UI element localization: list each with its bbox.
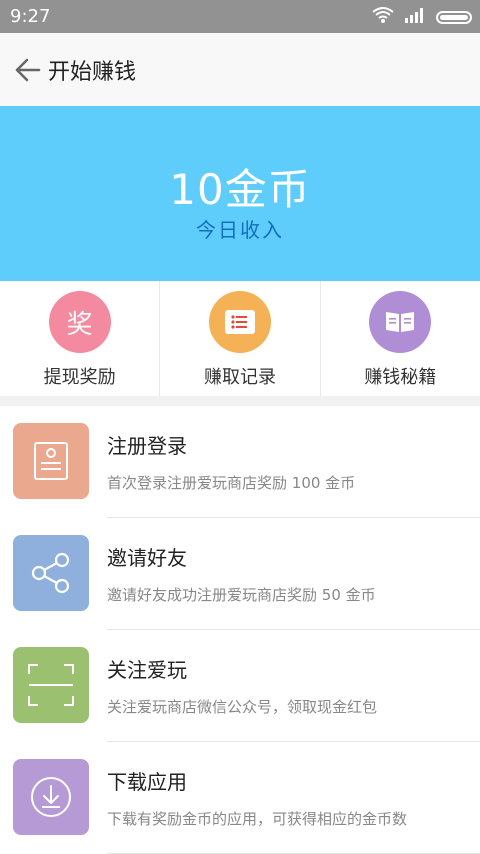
earning-records-button[interactable]: 赚取记录 (159, 281, 319, 396)
earning-tips-label: 赚钱秘籍 (364, 367, 437, 388)
coin-amount: 10金币 (169, 165, 311, 214)
signal-icon (404, 6, 426, 28)
task-register-login[interactable]: 注册登录 首次登录注册爱玩商店奖励 100 金币 (0, 406, 480, 518)
wifi-icon (372, 6, 394, 28)
page-title: 开始赚钱 (48, 59, 137, 85)
task-description: 下载有奖励金币的应用，可获得相应的金币数 (107, 810, 408, 828)
withdraw-reward-button[interactable]: 奖 提现奖励 (0, 281, 159, 396)
quick-actions: 奖 提现奖励 赚取记录 赚钱秘籍 (0, 281, 480, 397)
back-button[interactable] (8, 50, 48, 90)
download-icon (13, 759, 89, 835)
task-list: 注册登录 首次登录注册爱玩商店奖励 100 金币 邀请好友 邀请好友成功注册爱玩… (0, 406, 480, 854)
register-card-icon (13, 423, 89, 499)
task-follow-aiwan[interactable]: 关注爱玩 关注爱玩商店微信公众号，领取现金红包 (0, 630, 480, 742)
app-bar: 开始赚钱 (0, 33, 480, 106)
task-invite-friends[interactable]: 邀请好友 邀请好友成功注册爱玩商店奖励 50 金币 (0, 518, 480, 630)
section-divider (0, 396, 480, 406)
scan-icon (13, 647, 89, 723)
task-download-app[interactable]: 下载应用 下载有奖励金币的应用，可获得相应的金币数 (0, 742, 480, 854)
back-arrow-icon (15, 58, 41, 81)
status-bar: 9:27 (0, 0, 480, 33)
income-summary: 10金币 今日收入 (0, 106, 480, 281)
task-description: 邀请好友成功注册爱玩商店奖励 50 金币 (107, 586, 376, 604)
task-title: 下载应用 (107, 770, 187, 794)
income-label: 今日收入 (196, 218, 284, 242)
status-icons (372, 6, 472, 28)
share-icon (13, 535, 89, 611)
earning-tips-button[interactable]: 赚钱秘籍 (319, 281, 480, 396)
task-description: 首次登录注册爱玩商店奖励 100 金币 (107, 474, 356, 492)
task-title: 注册登录 (107, 434, 187, 458)
task-title: 关注爱玩 (107, 658, 187, 682)
earning-records-label: 赚取记录 (203, 367, 276, 388)
prize-icon: 奖 (48, 291, 111, 353)
withdraw-reward-label: 提现奖励 (43, 367, 116, 388)
status-time: 9:27 (10, 6, 51, 27)
task-description: 关注爱玩商店微信公众号，领取现金红包 (107, 698, 378, 716)
record-list-icon (208, 291, 271, 353)
battery-icon (436, 10, 472, 24)
book-icon (369, 291, 432, 353)
task-title: 邀请好友 (107, 546, 187, 570)
